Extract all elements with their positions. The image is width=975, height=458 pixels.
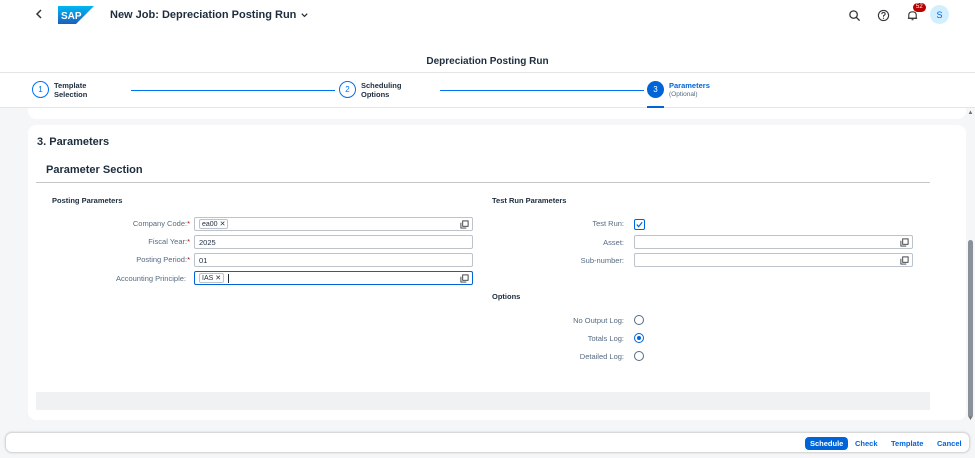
detailed-log-radio[interactable] (634, 351, 644, 361)
avatar[interactable]: S (930, 5, 949, 24)
accounting-principle-field[interactable]: IAS ✕ (194, 271, 473, 285)
posting-period-label: Posting Period:* (136, 255, 190, 264)
totals-log-label: Totals Log: (587, 334, 624, 343)
test-run-checkbox[interactable] (634, 219, 645, 230)
subsection-header: Parameter Section (36, 157, 930, 183)
value-help-icon[interactable] (900, 256, 909, 265)
fiscal-year-label: Fiscal Year:* (148, 237, 190, 246)
checkmark-icon (636, 221, 643, 228)
schedule-button[interactable]: Schedule (805, 437, 849, 450)
wizard-progress: 1 Template Selection 2 Scheduling Options … (0, 72, 975, 108)
test-run-parameters-header: Test Run Parameters (492, 196, 567, 205)
value-help-icon[interactable] (460, 274, 469, 283)
text-cursor (228, 273, 230, 283)
notification-badge: 52 (913, 3, 926, 12)
shell-bar: SAP New Job: Depreciation Posting Run 52… (0, 0, 975, 32)
step-number: 3 (647, 81, 664, 98)
subnumber-label: Sub-number: (580, 256, 624, 265)
no-output-log-radio[interactable] (634, 315, 644, 325)
app-title: New Job: Depreciation Posting Run (110, 9, 297, 21)
footer-toolbar: Schedule Check Template Cancel (5, 432, 970, 453)
step-label: Parameters (Optional) (669, 81, 710, 98)
section-footer-bar (36, 392, 930, 410)
page-scrollbar[interactable]: ▲ ▼ (966, 108, 975, 426)
accounting-principle-label: Accounting Principle: (115, 274, 186, 283)
step-separator (131, 90, 335, 91)
wizard-step-scheduling-options[interactable]: 2 Scheduling Options (339, 81, 401, 99)
step-number: 2 (339, 81, 356, 98)
totals-log-radio[interactable] (634, 333, 644, 343)
no-output-log-label: No Output Log: (573, 316, 624, 325)
value-help-icon[interactable] (460, 220, 469, 229)
company-code-field[interactable]: ea00 ✕ (194, 217, 473, 231)
posting-parameters-header: Posting Parameters (52, 196, 123, 205)
asset-label: Asset: (603, 238, 624, 247)
step-number: 1 (32, 81, 49, 98)
wizard-step-template-selection[interactable]: 1 Template Selection (32, 81, 87, 99)
app-title-menu[interactable]: New Job: Depreciation Posting Run (110, 9, 309, 21)
scroll-up-icon[interactable]: ▲ (967, 110, 974, 117)
step-label: Template Selection (54, 81, 88, 99)
step-label: Scheduling Options (361, 81, 402, 99)
subnumber-field[interactable] (634, 253, 913, 267)
previous-card-bottom (28, 108, 966, 119)
options-header: Options (492, 292, 521, 301)
chevron-down-icon (301, 12, 309, 17)
check-button[interactable]: Check (855, 437, 878, 450)
scroll-down-icon[interactable]: ▼ (967, 416, 974, 423)
svg-text:SAP: SAP (61, 11, 82, 22)
scrollbar-thumb[interactable] (968, 240, 973, 418)
token-remove-icon[interactable]: ✕ (215, 274, 221, 282)
help-icon[interactable] (877, 9, 890, 22)
detailed-log-label: Detailed Log: (579, 352, 624, 361)
fiscal-year-field[interactable]: 2025 (194, 235, 473, 249)
section-title: 3. Parameters (37, 136, 110, 148)
token-remove-icon[interactable]: ✕ (220, 220, 226, 228)
test-run-label: Test Run: (592, 219, 624, 228)
accounting-principle-token: IAS ✕ (199, 273, 225, 283)
company-code-token: ea00 ✕ (199, 219, 229, 229)
search-icon[interactable] (848, 9, 861, 22)
wizard-step-parameters[interactable]: 3 Parameters (Optional) (647, 81, 710, 99)
sap-logo: SAP (58, 6, 94, 24)
page-title: Depreciation Posting Run (426, 56, 549, 67)
back-icon[interactable] (34, 8, 46, 22)
value-help-icon[interactable] (900, 238, 909, 247)
subsection-title: Parameter Section (46, 164, 143, 176)
company-code-label: Company Code:* (132, 219, 190, 228)
cancel-button[interactable]: Cancel (937, 437, 962, 450)
step-separator (440, 90, 644, 91)
asset-field[interactable] (634, 235, 913, 249)
template-button[interactable]: Template (891, 437, 923, 450)
posting-period-field[interactable]: 01 (194, 253, 473, 267)
